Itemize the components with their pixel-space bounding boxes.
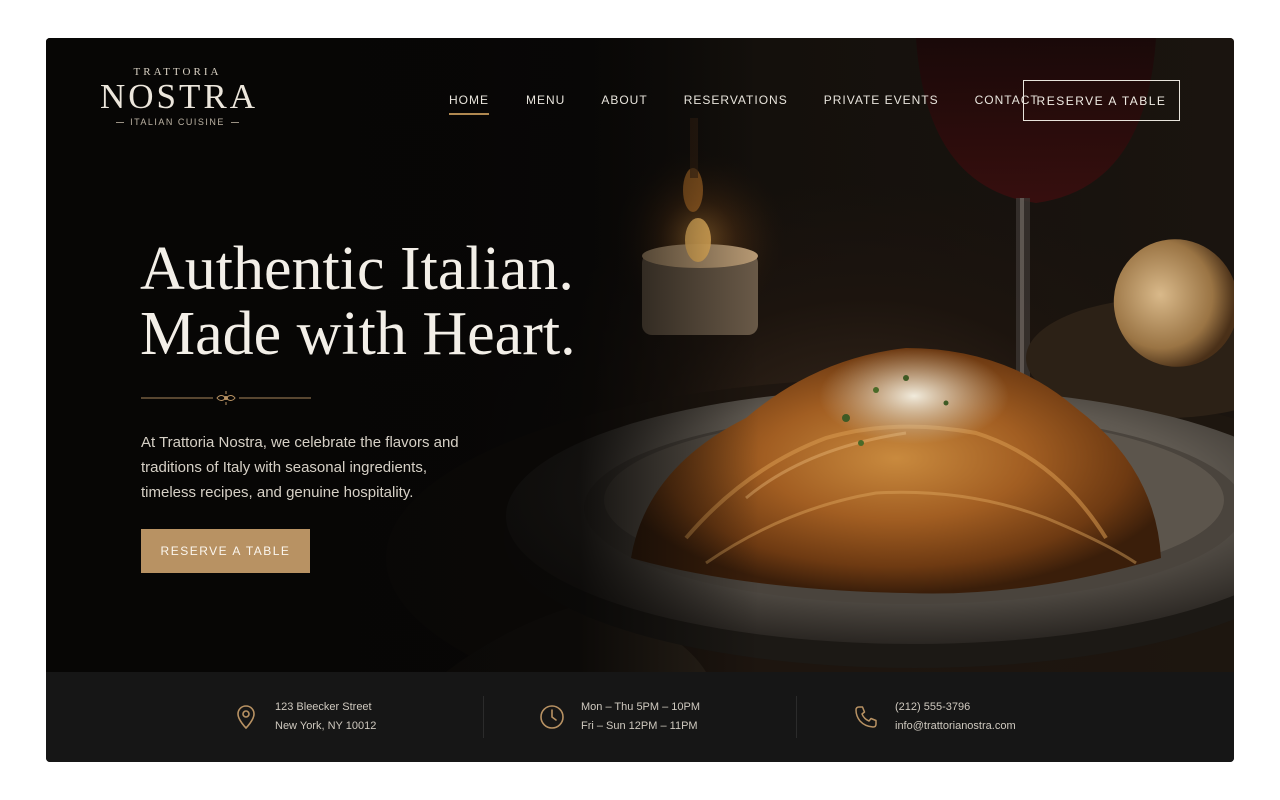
brand-logo[interactable]: TRATTORIA NOSTRA ITALIAN CUISINE bbox=[100, 66, 255, 127]
hero-intro-text: At Trattoria Nostra, we celebrate the fl… bbox=[141, 434, 459, 501]
info-bar: 123 Bleecker Street New York, NY 10012 M… bbox=[46, 672, 1234, 762]
hours-line-2: Fri – Sun 12PM – 11PM bbox=[581, 720, 698, 732]
header-reserve-button[interactable]: RESERVE A TABLE bbox=[1023, 80, 1180, 121]
nav-item-private-events[interactable]: PRIVATE EVENTS bbox=[824, 93, 939, 115]
info-contact: (212) 555-3796 info@trattorianostra.com bbox=[851, 672, 1016, 762]
ornament-divider bbox=[141, 391, 311, 405]
contact-phone[interactable]: (212) 555-3796 bbox=[895, 698, 1016, 717]
hero-reserve-button[interactable]: RESERVE A TABLE bbox=[141, 529, 310, 573]
tagline-dash-left bbox=[116, 121, 125, 123]
info-hours: Mon – Thu 5PM – 10PM Fri – Sun 12PM – 11… bbox=[537, 672, 700, 762]
hero-headline-line-2: Made with Heart. bbox=[140, 300, 576, 368]
brand-logo-tagline: ITALIAN CUISINE bbox=[130, 117, 225, 127]
info-address: 123 Bleecker Street New York, NY 10012 bbox=[231, 672, 376, 762]
brand-logo-tagline-row: ITALIAN CUISINE bbox=[100, 117, 255, 127]
phone-icon bbox=[851, 702, 881, 732]
contact-email[interactable]: info@trattorianostra.com bbox=[895, 717, 1016, 736]
address-text: 123 Bleecker Street New York, NY 10012 bbox=[275, 698, 376, 736]
clock-icon bbox=[537, 702, 567, 732]
hours-text: Mon – Thu 5PM – 10PM Fri – Sun 12PM – 11… bbox=[581, 698, 700, 736]
address-line-1: 123 Bleecker Street bbox=[275, 701, 372, 713]
hero-headline: Authentic Italian. Made with Heart. bbox=[140, 237, 640, 367]
main-nav: HOME MENU ABOUT RESERVATIONS PRIVATE EVE… bbox=[449, 93, 1039, 115]
hours-line-1: Mon – Thu 5PM – 10PM bbox=[581, 701, 701, 713]
info-divider-2 bbox=[796, 696, 797, 738]
nav-item-menu[interactable]: MENU bbox=[526, 93, 565, 115]
map-pin-icon bbox=[231, 702, 261, 732]
page-frame: TRATTORIA NOSTRA ITALIAN CUISINE HOME ME… bbox=[46, 38, 1234, 762]
nav-item-reservations[interactable]: RESERVATIONS bbox=[684, 93, 788, 115]
nav-item-about[interactable]: ABOUT bbox=[601, 93, 647, 115]
tagline-dash-right bbox=[230, 121, 239, 123]
hero-headline-line-1: Authentic Italian. bbox=[140, 235, 574, 303]
brand-logo-name: NOSTRA bbox=[100, 77, 259, 116]
info-divider-1 bbox=[483, 696, 484, 738]
contact-text: (212) 555-3796 info@trattorianostra.com bbox=[895, 698, 1016, 736]
nav-item-home[interactable]: HOME bbox=[449, 93, 489, 115]
address-line-2: New York, NY 10012 bbox=[275, 720, 377, 732]
